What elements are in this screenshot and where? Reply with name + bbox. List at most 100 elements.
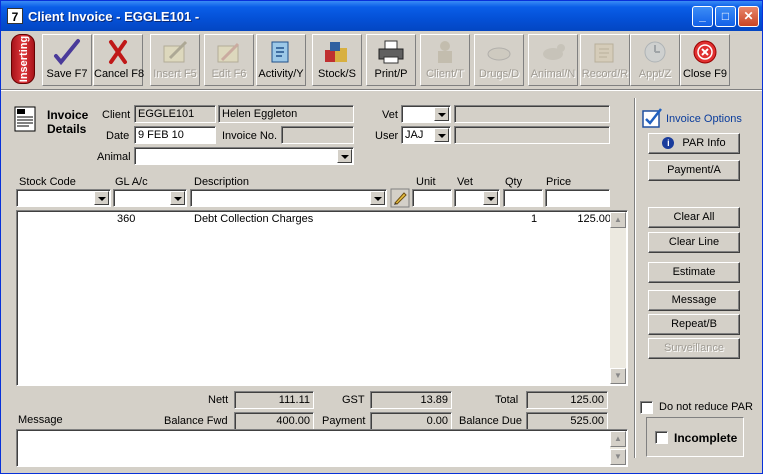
par-info-label: PAR Info: [682, 137, 726, 149]
description-combo[interactable]: [190, 189, 387, 207]
record-button[interactable]: Record/R: [580, 34, 630, 86]
balance-due-value: 525.00: [526, 412, 608, 430]
unit-field[interactable]: [412, 189, 452, 207]
message-scroll-down-icon[interactable]: ▼: [610, 449, 626, 465]
do-not-reduce-par-label: Do not reduce PAR: [659, 401, 753, 413]
do-not-reduce-par-checkbox[interactable]: [640, 401, 653, 414]
line-vet-combo[interactable]: [454, 189, 500, 207]
vet-label: Vet: [382, 109, 398, 121]
estimate-button[interactable]: Estimate: [648, 262, 740, 283]
drugs-button[interactable]: Drugs/D: [474, 34, 524, 86]
appointment-icon: [644, 41, 666, 63]
inserting-mode-badge: Inserting: [11, 34, 35, 84]
pencil-icon[interactable]: [390, 188, 410, 208]
client-name-field[interactable]: Helen Eggleton: [218, 105, 354, 123]
balance-fwd-value: 400.00: [234, 412, 314, 430]
grid-scrollbar[interactable]: ▲ ▼: [610, 212, 626, 384]
record-icon: [594, 43, 614, 63]
price-field[interactable]: [545, 189, 610, 207]
red-x-icon: [109, 40, 127, 64]
payment-button[interactable]: Payment/A: [648, 160, 740, 181]
edit-doc-icon: [217, 42, 240, 63]
stock-code-combo[interactable]: [16, 189, 111, 207]
invoice-no-label: Invoice No.: [222, 130, 278, 142]
title-bar[interactable]: 7 Client Invoice - EGGLE101 - _ □ ✕: [1, 1, 762, 31]
nett-label: Nett: [208, 394, 229, 406]
stock-code-dropdown-icon[interactable]: [94, 191, 109, 205]
gst-label: GST: [342, 394, 365, 406]
activity-button[interactable]: Activity/Y: [256, 34, 306, 86]
gl-account-header: GL A/c: [115, 176, 148, 188]
message-label: Message: [18, 414, 63, 426]
invoice-options-icon: [642, 108, 662, 128]
toolbar: Inserting Save F7 Cancel F8 Insert F5 Ed…: [4, 34, 759, 86]
edit-button[interactable]: Edit F6: [204, 34, 254, 86]
incomplete-label: Incomplete: [674, 431, 738, 445]
total-label: Total: [495, 394, 519, 406]
print-button[interactable]: Print/P: [366, 34, 416, 86]
line-qty: 1: [531, 213, 538, 225]
activity-icon: [271, 41, 289, 63]
surveillance-button[interactable]: Surveillance: [648, 338, 740, 359]
animal-combo[interactable]: [134, 147, 354, 165]
toolbar-separator: [1, 89, 762, 91]
incomplete-checkbox[interactable]: [655, 431, 668, 444]
clear-all-button[interactable]: Clear All: [648, 207, 740, 228]
user-label: User: [375, 130, 399, 142]
date-field[interactable]: 9 FEB 10: [134, 126, 216, 144]
message-textarea[interactable]: ▲ ▼: [16, 429, 628, 467]
message-scroll-up-icon[interactable]: ▲: [610, 431, 626, 447]
line-gl: 360: [117, 213, 136, 225]
insert-button[interactable]: Insert F5: [150, 34, 200, 86]
app-icon[interactable]: 7: [7, 8, 23, 24]
gl-account-combo[interactable]: [113, 189, 187, 207]
invoice-no-field[interactable]: [281, 126, 354, 144]
user-dropdown-icon[interactable]: [434, 128, 449, 142]
message-scrollbar[interactable]: ▲ ▼: [610, 431, 626, 465]
qty-field[interactable]: [503, 189, 543, 207]
save-button[interactable]: Save F7: [42, 34, 92, 86]
appointment-button[interactable]: Appt/Z: [630, 34, 680, 86]
stock-boxes-icon: [325, 42, 347, 62]
cancel-button[interactable]: Cancel F8: [93, 34, 144, 86]
maximize-button[interactable]: □: [715, 6, 736, 27]
payment-value: 0.00: [370, 412, 452, 430]
client-button[interactable]: Client/T: [420, 34, 470, 86]
vet-combo[interactable]: [401, 105, 451, 123]
invoice-options-title: Invoice Options: [666, 113, 742, 125]
client-label: Client: [102, 109, 131, 121]
clear-line-button[interactable]: Clear Line: [648, 232, 740, 253]
animal-button[interactable]: Animal/N: [528, 34, 578, 86]
invoice-details-title: Invoice: [47, 108, 89, 122]
user-combo[interactable]: JAJ: [401, 126, 451, 144]
line-vet-dropdown-icon[interactable]: [483, 191, 498, 205]
incomplete-group: Incomplete: [646, 417, 744, 457]
balance-due-label: Balance Due: [459, 415, 522, 427]
client-icon: [438, 41, 452, 63]
qty-header: Qty: [505, 176, 523, 188]
par-info-button[interactable]: i PAR Info: [648, 133, 740, 154]
printer-icon: [378, 40, 404, 64]
minimize-button[interactable]: _: [692, 6, 713, 27]
vet-dropdown-icon[interactable]: [434, 107, 449, 121]
close-button[interactable]: Close F9: [680, 34, 730, 86]
animal-dropdown-icon[interactable]: [337, 149, 352, 163]
description-dropdown-icon[interactable]: [370, 191, 385, 205]
pen-check-icon: [54, 39, 80, 66]
scroll-up-icon[interactable]: ▲: [610, 212, 626, 228]
scroll-down-icon[interactable]: ▼: [610, 368, 626, 384]
user-description-field: [454, 126, 610, 144]
message-button[interactable]: Message: [648, 290, 740, 311]
unit-header: Unit: [416, 176, 436, 188]
table-row[interactable]: 360 Debt Collection Charges 1 125.00: [19, 213, 611, 227]
close-window-button[interactable]: ✕: [738, 6, 759, 27]
stock-button[interactable]: Stock/S: [312, 34, 362, 86]
invoice-lines-grid[interactable]: 360 Debt Collection Charges 1 125.00 ▲ ▼: [16, 210, 628, 386]
repeat-button[interactable]: Repeat/B: [648, 314, 740, 335]
client-invoice-window: 7 Client Invoice - EGGLE101 - _ □ ✕ Inse…: [0, 0, 763, 474]
stock-code-header: Stock Code: [19, 176, 76, 188]
side-panel-separator: [634, 98, 636, 458]
user-value: JAJ: [405, 129, 424, 141]
gl-account-dropdown-icon[interactable]: [170, 191, 185, 205]
client-code-field[interactable]: EGGLE101: [134, 105, 216, 123]
